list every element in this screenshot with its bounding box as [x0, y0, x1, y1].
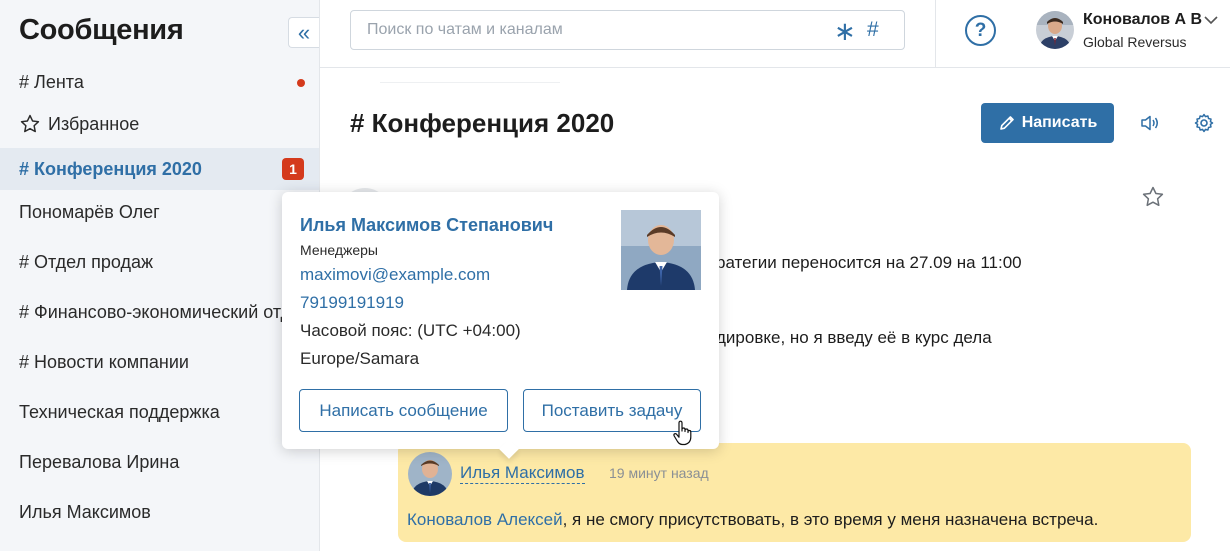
user-name[interactable]: Коновалов А В	[1083, 11, 1202, 29]
reply-text: Коновалов Алексей, я не смогу присутство…	[407, 510, 1098, 530]
divider	[380, 82, 560, 83]
mention-link[interactable]: Коновалов Алексей	[407, 510, 563, 529]
channel-title: # Конференция 2020	[350, 108, 615, 138]
top-bar: ∗ # ? Коновалов А В Global Reversus	[320, 0, 1230, 68]
reply-author-link[interactable]: Илья Максимов	[460, 463, 585, 484]
reply-text-body: , я не смогу присутствовать, в это время…	[562, 510, 1099, 529]
sidebar-item-support[interactable]: Техническая поддержка	[0, 391, 319, 433]
sidebar-title: Сообщения	[19, 14, 184, 46]
sidebar-item-label: Избранное	[48, 113, 140, 134]
sidebar-item-label: # Отдел продаж	[19, 251, 154, 272]
user-organization: Global Reversus	[1083, 34, 1187, 50]
gear-icon[interactable]	[1194, 113, 1214, 133]
unread-count-badge: 1	[282, 158, 304, 180]
sidebar-item-label: Техническая поддержка	[19, 401, 220, 422]
sidebar-item-label: Илья Максимов	[19, 501, 151, 522]
write-button-label: Написать	[1021, 114, 1098, 131]
contact-name[interactable]: Илья Максимов Степанович	[300, 215, 553, 236]
sidebar-item-maksimov[interactable]: Илья Максимов	[0, 491, 319, 533]
contact-timezone: Часовой пояс: (UTC +04:00)	[300, 321, 521, 340]
message-text: ратегии переносится на 27.09 на 11:00	[716, 253, 1022, 272]
sidebar-item-label: # Лента	[19, 71, 84, 92]
contact-department: Менеджеры	[300, 242, 378, 258]
unread-dot-icon	[297, 79, 305, 87]
help-icon[interactable]: ?	[965, 15, 996, 46]
user-avatar[interactable]	[1036, 11, 1074, 49]
sidebar-item-feed[interactable]: # Лента	[0, 61, 319, 103]
star-icon	[20, 114, 40, 133]
sidebar-item-news[interactable]: # Новости компании	[0, 341, 319, 383]
speaker-icon[interactable]	[1140, 114, 1160, 132]
star-icon[interactable]	[1141, 185, 1165, 209]
sidebar-item-label: # Конференция 2020	[19, 158, 202, 179]
sidebar-item-finance[interactable]: # Финансово-экономический отдел	[0, 291, 319, 333]
search-box[interactable]: ∗ #	[350, 10, 905, 50]
sidebar-item-sales[interactable]: # Отдел продаж	[0, 241, 319, 283]
contact-photo	[621, 210, 701, 290]
contact-phone-link[interactable]: 79199191919	[300, 293, 404, 313]
sidebar-item-ponomarev[interactable]: Пономарёв Олег	[0, 191, 319, 233]
asterisk-filter-icon[interactable]: ∗	[834, 16, 856, 47]
reply-timestamp: 19 минут назад	[609, 465, 709, 481]
sidebar-item-label: # Новости компании	[19, 351, 189, 372]
quoted-reply: Илья Максимов 19 минут назад Коновалов А…	[398, 443, 1191, 542]
sidebar-item-label: # Финансово-экономический отдел	[19, 301, 311, 322]
sidebar-item-label: Перевалова Ирина	[19, 451, 180, 472]
write-button[interactable]: Написать	[981, 103, 1114, 143]
divider	[935, 0, 936, 68]
sidebar: Сообщения « # Лента Избранное # Конферен…	[0, 0, 320, 551]
contact-email-link[interactable]: maximovi@example.com	[300, 265, 490, 285]
avatar[interactable]	[408, 452, 452, 496]
contact-region: Europe/Samara	[300, 349, 420, 368]
collapse-sidebar-icon[interactable]: «	[288, 17, 319, 48]
send-message-button[interactable]: Написать сообщение	[299, 389, 508, 432]
hand-cursor-icon	[673, 420, 692, 446]
sidebar-item-favorites[interactable]: Избранное	[0, 103, 319, 145]
sidebar-item-label: Пономарёв Олег	[19, 201, 160, 222]
sidebar-item-conference-2020[interactable]: # Конференция 2020	[0, 148, 319, 190]
message-text: дировке, но я введу её в курс дела	[716, 328, 992, 347]
pencil-icon	[999, 116, 1014, 130]
chevron-down-icon[interactable]	[1204, 15, 1218, 25]
search-input[interactable]	[367, 21, 807, 39]
sidebar-item-perevalova[interactable]: Перевалова Ирина	[0, 441, 319, 483]
contact-card-popup: Илья Максимов Степанович Менеджеры maxim…	[282, 192, 719, 459]
hash-filter-icon[interactable]: #	[867, 18, 879, 42]
